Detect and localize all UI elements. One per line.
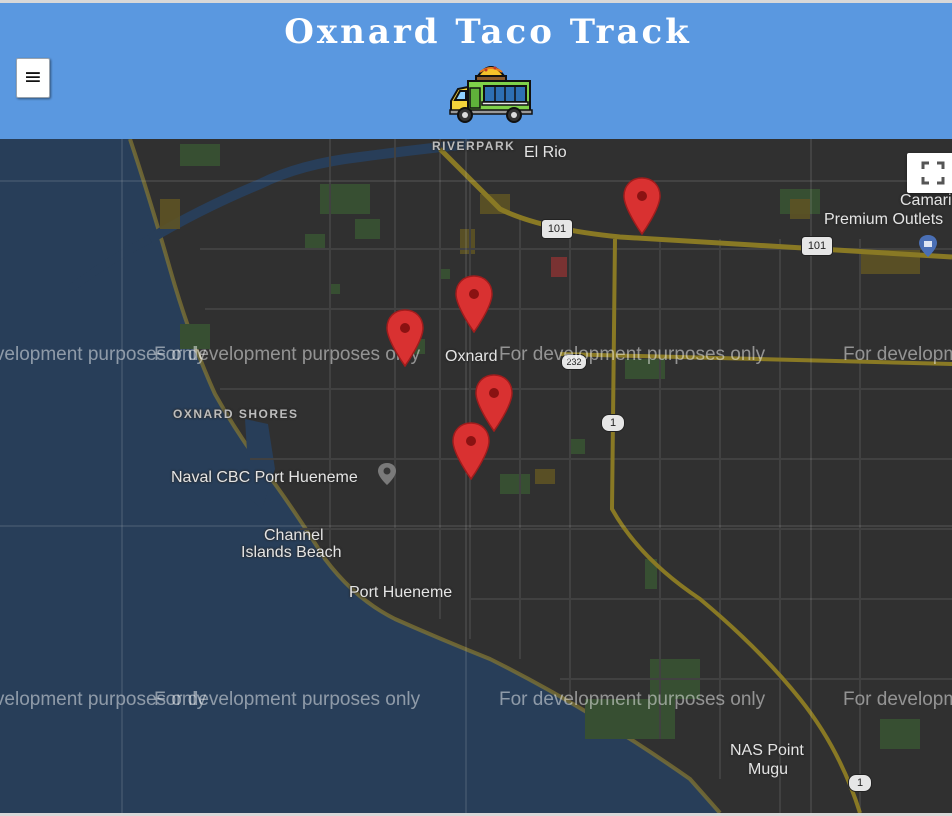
food-truck-marker-2[interactable] — [455, 275, 493, 333]
taco-truck-icon — [449, 66, 533, 123]
dev-watermark: For development purposes only — [499, 689, 766, 710]
us-101-shield: 101 — [541, 219, 573, 239]
hamburger-icon: ≡ — [23, 65, 43, 90]
app-header: Oxnard Taco Track ≡ — [0, 3, 952, 139]
map-label-el-rio: El Rio — [524, 144, 567, 161]
ca-1-shield: 1 — [601, 414, 625, 432]
us-101-shield: 101 — [801, 236, 833, 256]
shopping-poi-icon[interactable] — [918, 234, 938, 258]
map-label-islands-beach: Islands Beach — [241, 544, 342, 561]
fullscreen-button[interactable] — [907, 153, 952, 193]
ca-1-shield: 1 — [848, 774, 872, 792]
map-label-naval-cbc: Naval CBC Port Hueneme — [171, 469, 358, 486]
food-truck-marker-5[interactable] — [452, 422, 490, 480]
dev-watermark: For development purposes only — [154, 689, 421, 710]
map-label-oxnard: Oxnard — [445, 348, 498, 365]
map-label-nas-point: NAS Point — [730, 742, 804, 759]
food-truck-marker-3[interactable] — [386, 309, 424, 367]
map-label-mugu: Mugu — [748, 761, 789, 778]
dev-watermark: For development purposes only — [843, 344, 952, 365]
fullscreen-icon — [921, 161, 945, 185]
app-title: Oxnard Taco Track — [284, 12, 692, 52]
food-truck-marker-1[interactable] — [623, 177, 661, 235]
map-label-channel-islands: Channel — [264, 527, 324, 544]
poi-pin-icon[interactable] — [377, 462, 397, 486]
map-label-camarillo: Camarillo — [900, 192, 952, 209]
menu-button[interactable]: ≡ — [16, 58, 50, 98]
dev-watermark: For development purposes only — [154, 344, 421, 365]
map-label-oxnard-shores: OXNARD SHORES — [173, 407, 299, 421]
map-label-port-hueneme: Port Hueneme — [349, 584, 453, 601]
map-label-riverpark: RIVERPARK — [432, 139, 516, 153]
dev-watermark: For development purposes only — [499, 344, 766, 365]
dev-watermark: For development purposes only — [843, 689, 952, 710]
map-view[interactable]: 101 101 1 1 232 RIVERPARK El Rio Camaril… — [0, 139, 952, 813]
map-label-premium-outlets: Premium Outlets — [824, 211, 944, 228]
